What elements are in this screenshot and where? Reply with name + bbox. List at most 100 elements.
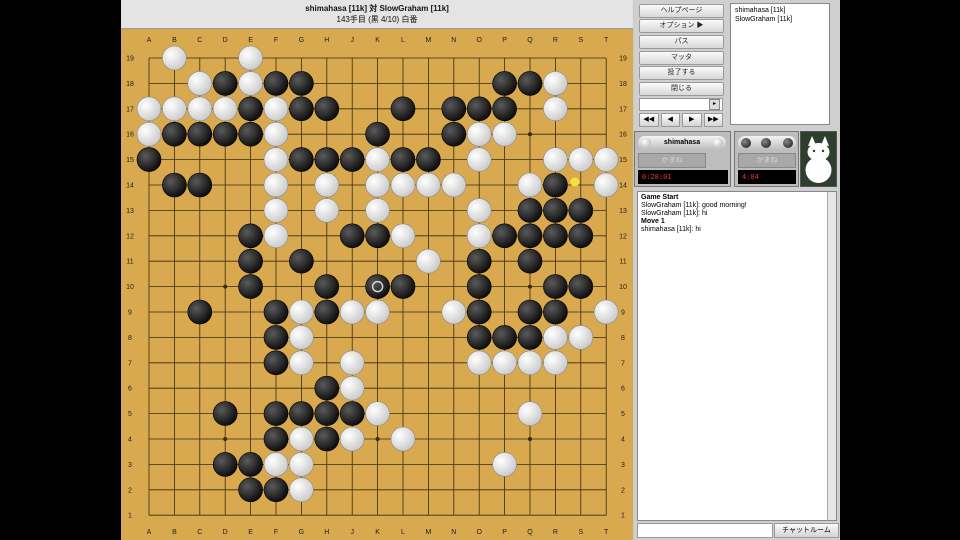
black-stone [263,299,289,325]
row-label: 13 [619,208,627,215]
column-label: G [299,37,304,44]
column-label: E [248,529,253,536]
column-label: L [401,37,405,44]
black-stone [568,198,594,223]
row-label: 7 [621,360,625,367]
row-label: 18 [126,81,134,88]
column-label: G [299,529,304,536]
column-label: M [425,37,431,44]
prev-move-button[interactable]: ◀ [660,113,680,127]
move-input-button[interactable]: ▸ [709,99,720,110]
row-label: 10 [619,284,627,291]
black-stone [289,71,314,96]
row-label: 4 [128,437,132,444]
black-stone [466,274,492,299]
row-label: 3 [128,462,132,469]
row-label: 3 [621,462,625,469]
row-label: 5 [621,411,625,418]
white-stone [365,172,390,198]
column-label: A [147,37,152,44]
black-stone [212,452,238,477]
row-label: 9 [621,310,625,317]
white-stone [543,350,568,376]
white-stone-icon [641,138,651,148]
black-stone [416,147,441,172]
black-stone [289,401,314,426]
right-player-panel: かまね 4:04 [734,131,799,187]
column-label: H [324,529,329,536]
chat-room-button[interactable]: チャットルーム [774,523,839,538]
white-stone [517,401,543,426]
chat-input[interactable] [637,523,773,538]
black-stone [238,223,263,249]
row-label: 8 [128,335,132,342]
black-stone [543,172,568,198]
left-player-timer: 0:28:01 [638,170,728,184]
white-stone [593,172,619,198]
go-board-svg[interactable]: AABBCCDDEEFFGGHHJJKKLLMMNNOOPPQQRRSSTT19… [121,29,633,540]
left-undo-button[interactable]: かまね [638,153,706,168]
column-label: B [172,529,177,536]
column-label: O [476,529,482,536]
black-stone [390,96,416,122]
black-stone [441,121,467,147]
white-stone [390,223,416,249]
black-stone [263,426,289,452]
row-label: 1 [128,513,132,520]
chat-scrollbar[interactable] [827,192,836,520]
options-arrow-icon: ▶ [696,22,704,29]
row-label: 11 [619,259,626,266]
column-label: Q [527,37,533,44]
row-label: 8 [621,335,625,342]
player-list: shimahasa [11k] SlowGraham [11k] [730,3,830,125]
first-move-button[interactable]: ◀◀ [639,113,659,127]
black-stone-icon [741,138,751,148]
right-player-name-bar [738,136,796,150]
white-stone [365,401,390,426]
star-point [528,284,532,289]
black-stone [263,325,289,350]
black-stone-icon [783,138,793,148]
black-stone [466,325,492,350]
white-stone [289,325,314,350]
column-label: B [172,37,177,44]
close-button[interactable]: 閉じる [639,82,724,96]
star-point [223,437,228,441]
column-label: T [604,529,609,536]
black-stone [238,96,263,122]
black-stone [212,401,238,426]
player-list-item[interactable]: SlowGraham [11k] [735,15,825,24]
next-move-button[interactable]: ▶ [682,113,702,127]
white-stone [339,299,365,325]
row-label: 16 [126,132,134,139]
row-label: 19 [619,56,627,63]
column-label: K [375,529,380,536]
undo-request-button[interactable]: マッタ [639,51,724,65]
black-stone [543,198,568,223]
row-label: 15 [619,157,627,164]
help-page-button[interactable]: ヘルプページ [639,4,724,18]
game-header: shimahasa [11k] 対 SlowGraham [11k] 143手目… [121,0,633,29]
black-stone [517,223,543,249]
white-stone [365,147,390,172]
last-move-button[interactable]: ▶▶ [703,113,723,127]
player-list-item[interactable]: shimahasa [11k] [735,6,825,15]
column-label: M [425,529,431,536]
right-player-timer: 4:04 [738,170,796,184]
right-undo-button[interactable]: かまね [738,153,796,168]
pass-button[interactable]: パス [639,35,724,49]
black-stone [238,248,263,274]
star-point [375,437,380,441]
column-label: J [350,37,354,44]
resign-button[interactable]: 投了する [639,66,724,80]
row-label: 18 [619,81,627,88]
black-stone-icon [761,138,771,148]
white-stone [212,96,238,122]
options-button[interactable]: オプション ▶ [639,19,724,33]
go-board[interactable]: A A B B C C D D E E F F G G H H J J K K L L M M N N O O P P Q Q R R S S T T 19… [121,29,633,540]
black-stone [289,147,314,172]
white-stone [162,96,187,122]
white-stone [263,452,289,477]
column-label: S [578,37,583,44]
black-stone [390,147,416,172]
